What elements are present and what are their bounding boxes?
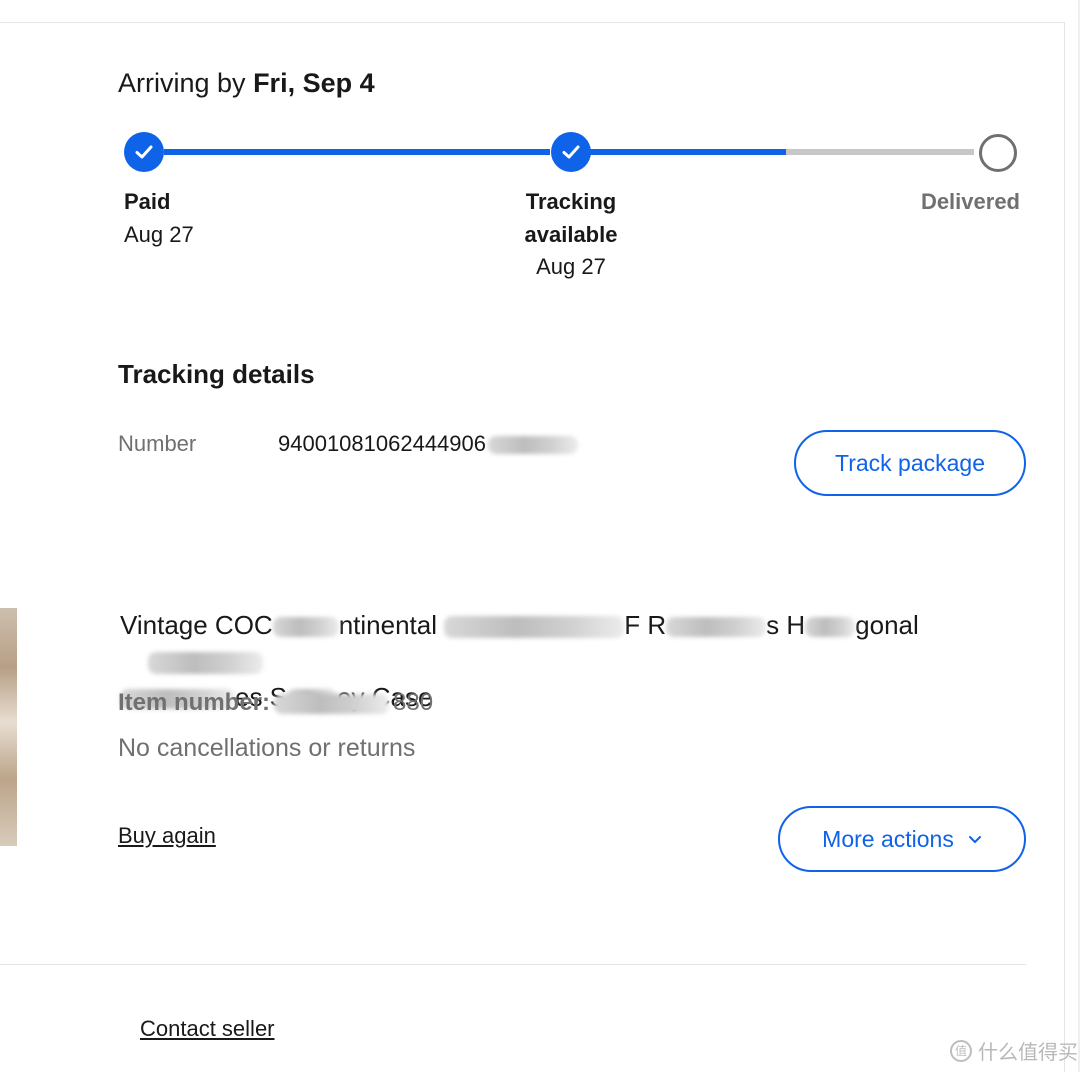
watermark-logo-icon: 值 xyxy=(950,1039,972,1062)
progress-line-complete xyxy=(590,149,786,155)
shipment-progress: Paid Aug 27 Tracking available Aug 27 De… xyxy=(0,0,1080,300)
contact-seller-link[interactable]: Contact seller xyxy=(140,1016,275,1042)
step-paid-label: Paid xyxy=(124,189,171,214)
step-delivered-circle-icon xyxy=(979,134,1017,172)
step-delivered-label: Delivered xyxy=(920,189,1020,214)
buy-again-link[interactable]: Buy again xyxy=(118,823,216,849)
step-tracking-date: Aug 27 xyxy=(536,254,606,279)
watermark: 值 什么值得买 xyxy=(950,1036,1078,1065)
redacted-blur xyxy=(148,652,263,675)
redacted-blur xyxy=(274,693,390,714)
chevron-down-icon xyxy=(968,836,981,843)
item-thumbnail[interactable] xyxy=(0,608,17,846)
item-number: Item number: 880 xyxy=(118,689,433,717)
tracking-details-title: Tracking details xyxy=(118,359,315,389)
redacted-blur xyxy=(805,617,856,638)
item-title-text: ntinental xyxy=(338,610,438,640)
item-title-text: gonal xyxy=(855,610,919,640)
item-title-text: Vintage COC xyxy=(120,610,273,640)
redacted-blur xyxy=(488,436,579,455)
step-paid-date: Aug 27 xyxy=(124,222,194,247)
progress-line-complete xyxy=(164,149,550,155)
item-number-suffix: 880 xyxy=(393,689,434,716)
track-package-button[interactable]: Track package xyxy=(794,430,1026,496)
redacted-blur xyxy=(272,617,339,638)
more-actions-label: More actions xyxy=(822,825,954,852)
tracking-number-label: Number xyxy=(118,431,197,456)
progress-line-pending xyxy=(786,149,974,155)
tracking-number-value: 940010810624449​06 xyxy=(278,431,579,457)
watermark-text: 什么值得买 xyxy=(978,1042,1078,1064)
redacted-blur xyxy=(444,616,625,639)
item-title-text: F R xyxy=(624,610,667,640)
redacted-blur xyxy=(666,617,767,638)
step-tracking-label: Tracking available xyxy=(524,189,618,247)
step-paid-check-icon xyxy=(124,132,164,172)
more-actions-button[interactable]: More actions xyxy=(778,806,1026,872)
item-title-text: s H xyxy=(766,610,806,640)
section-divider xyxy=(0,964,1026,965)
item-number-label: Item number: xyxy=(118,689,271,716)
return-policy-text: No cancellations or returns xyxy=(118,734,416,762)
step-tracking-check-icon xyxy=(551,132,591,172)
tracking-number-text: 940010810624449​06 xyxy=(278,431,487,456)
